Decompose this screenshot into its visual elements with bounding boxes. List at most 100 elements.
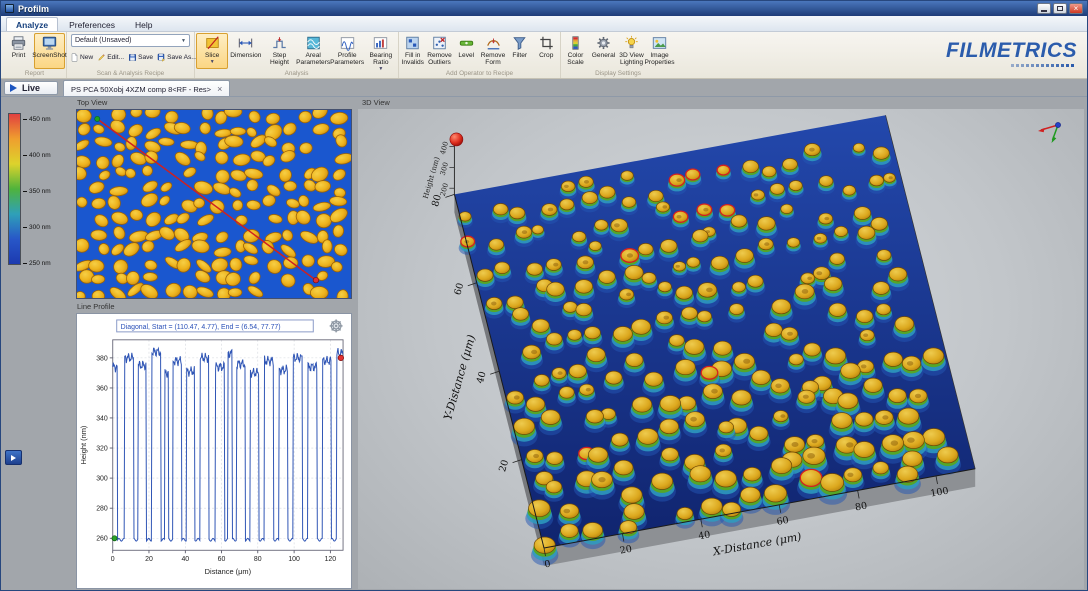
- areal-parameters-icon: [305, 35, 322, 51]
- close-button[interactable]: ×: [1069, 3, 1083, 14]
- analysis-slice-button[interactable]: Slice▼: [196, 33, 228, 69]
- button-label: Remove Form: [481, 52, 506, 66]
- play-icon: [10, 84, 17, 92]
- svg-text:Height (nm): Height (nm): [79, 425, 88, 464]
- button-label: Save: [138, 54, 153, 61]
- ribbon-group-operators: Fill in InvalidsRemove Outliers Level Remo…: [399, 32, 561, 78]
- analysis-areal-parameters-button[interactable]: Areal Parameters: [297, 33, 330, 69]
- operator-fill-in-invalids-button[interactable]: Fill in Invalids: [400, 33, 426, 69]
- new-button[interactable]: New: [70, 53, 93, 62]
- menu-tab-preferences[interactable]: Preferences: [60, 18, 124, 31]
- group-label-analysis: Analysis: [195, 70, 398, 77]
- button-label: Profile Parameters: [330, 52, 364, 66]
- button-label: Save As...: [167, 54, 197, 61]
- display-general-button[interactable]: General: [590, 33, 617, 69]
- line-profile-title: Line Profile: [77, 302, 115, 311]
- display-image-properties-button[interactable]: Image Properties: [646, 33, 673, 69]
- button-label: General: [592, 52, 615, 59]
- edit-button[interactable]: Edit...: [97, 53, 124, 62]
- tab-close-icon[interactable]: ×: [217, 85, 222, 94]
- filter-icon: [511, 35, 528, 51]
- recipe-preset-dropdown[interactable]: Default (Unsaved) ▼: [71, 34, 190, 47]
- display-color-scale-button[interactable]: Color Scale: [562, 33, 589, 69]
- general-icon: [595, 35, 612, 51]
- svg-text:400: 400: [439, 141, 450, 156]
- profile-parameters-icon: [339, 35, 356, 51]
- live-button[interactable]: Live: [4, 81, 58, 95]
- svg-text:60: 60: [776, 515, 790, 528]
- operator-remove-outliers-button[interactable]: Remove Outliers: [427, 33, 453, 69]
- svg-text:40: 40: [475, 370, 489, 385]
- top-view-image[interactable]: [76, 109, 352, 299]
- fill-invalids-icon: [404, 35, 421, 51]
- svg-text:260: 260: [96, 536, 108, 543]
- svg-text:380: 380: [96, 355, 108, 362]
- maximize-button[interactable]: [1053, 3, 1067, 14]
- ribbon-group-analysis: Slice▼DimensionStep HeightAreal Paramete…: [195, 32, 399, 78]
- analysis-profile-parameters-button[interactable]: Profile Parameters: [331, 33, 364, 69]
- button-label: Level: [458, 52, 474, 59]
- color-scale-label: 450 nm: [23, 115, 51, 123]
- dropdown-caret-icon: ▼: [210, 60, 215, 65]
- operator-remove-form-button[interactable]: Remove Form: [480, 33, 506, 69]
- analysis-bearing-ratio-button[interactable]: Bearing Ratio▼: [365, 33, 397, 69]
- docked-live-icon[interactable]: [5, 450, 22, 465]
- analysis-dimension-button[interactable]: Dimension: [229, 33, 262, 69]
- live-label: Live: [22, 83, 40, 93]
- svg-text:80: 80: [854, 500, 868, 513]
- button-label: 3D View Lighting: [619, 52, 644, 66]
- svg-text:60: 60: [218, 556, 226, 563]
- group-label-operators: Add Operator to Recipe: [399, 70, 560, 77]
- button-label: New: [80, 54, 93, 61]
- menubar: AnalyzePreferencesHelp: [1, 16, 1087, 32]
- document-tab[interactable]: PS PCA 50Xobj 4XZM comp 8<RF - Res> ×: [63, 80, 230, 97]
- button-label: Bearing Ratio: [366, 52, 396, 66]
- group-label-report: Report: [3, 70, 66, 77]
- print-button[interactable]: Print: [4, 33, 33, 69]
- filmetrics-logo-squares: [946, 64, 1077, 67]
- svg-text:200: 200: [439, 182, 450, 197]
- slice-end-marker: [313, 277, 319, 283]
- analysis-step-height-button[interactable]: Step Height: [263, 33, 295, 69]
- menu-tab-analyze[interactable]: Analyze: [6, 17, 58, 31]
- 3d-view-plot[interactable]: 020406080100X-Distance (μm)20406080Y-Dis…: [358, 109, 1084, 589]
- svg-text:80: 80: [254, 556, 262, 563]
- svg-text:340: 340: [96, 415, 108, 422]
- ribbon-group-report: Print ScreenShot Report: [3, 32, 67, 78]
- button-label: Areal Parameters: [296, 52, 330, 66]
- operator-crop-button[interactable]: Crop: [534, 33, 560, 69]
- operator-filter-button[interactable]: Filter: [507, 33, 533, 69]
- color-scale-label: 350 nm: [23, 187, 51, 195]
- save-as-button[interactable]: Save As...: [157, 53, 197, 62]
- button-label: Dimension: [230, 52, 261, 59]
- button-label: Image Properties: [644, 52, 674, 66]
- ribbon: Print ScreenShot Report Default (Unsaved…: [1, 32, 1087, 79]
- minimize-button[interactable]: [1037, 3, 1051, 14]
- button-label: Filter: [512, 52, 527, 59]
- svg-text:320: 320: [96, 446, 108, 453]
- document-tab-label: PS PCA 50Xobj 4XZM comp 8<RF - Res>: [71, 85, 211, 94]
- svg-text:40: 40: [181, 556, 189, 563]
- color-scale-label: 250 nm: [23, 259, 51, 267]
- svg-text:Y-Distance (μm): Y-Distance (μm): [441, 333, 478, 421]
- group-label-display: Display Settings: [561, 70, 675, 77]
- recipe-preset-value: Default (Unsaved): [75, 37, 131, 44]
- svg-text:Distance (μm): Distance (μm): [205, 567, 252, 576]
- save-button[interactable]: Save: [128, 53, 153, 62]
- menu-tab-help[interactable]: Help: [126, 18, 161, 31]
- window-title: Profilm: [18, 4, 49, 14]
- slice-start-marker: [95, 116, 100, 121]
- operator-level-button[interactable]: Level: [454, 33, 480, 69]
- screenshot-button[interactable]: ScreenShot: [34, 33, 65, 69]
- svg-text:120: 120: [325, 556, 337, 563]
- color-scale-label: 300 nm: [23, 223, 51, 231]
- bearing-ratio-icon: [372, 35, 389, 51]
- line-profile-chart[interactable]: 020406080100120260280300320340360380Diag…: [76, 313, 352, 589]
- new-icon: [70, 53, 79, 62]
- legend-text: Diagonal, Start = (110.47, 4.77), End = …: [121, 324, 281, 331]
- display-3d-view-lighting-button[interactable]: 3D View Lighting: [618, 33, 645, 69]
- svg-text:X-Distance (μm): X-Distance (μm): [711, 530, 802, 559]
- trace-end-marker: [338, 355, 344, 361]
- button-label: Slice: [205, 52, 219, 59]
- screenshot-icon: [41, 35, 58, 51]
